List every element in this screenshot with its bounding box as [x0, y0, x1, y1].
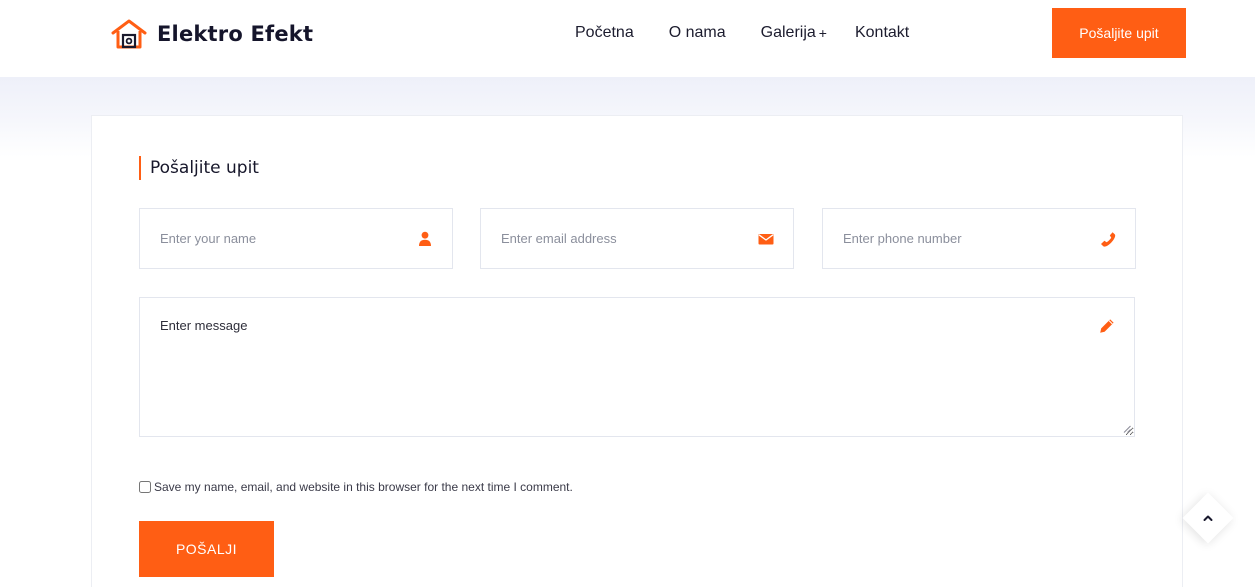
save-info-label: Save my name, email, and website in this… [154, 480, 573, 494]
message-textarea[interactable] [140, 298, 1134, 436]
name-input[interactable] [140, 209, 452, 268]
brand-logo[interactable]: Elektro Efekt [111, 16, 313, 52]
site-header: Elektro Efekt Početna O nama Galerija + … [0, 0, 1255, 77]
form-title: Pošaljite upit [139, 156, 259, 180]
name-field-wrapper [139, 208, 453, 269]
save-info-consent[interactable]: Save my name, email, and website in this… [139, 480, 573, 494]
save-info-checkbox[interactable] [139, 481, 151, 493]
message-field-wrapper [139, 297, 1135, 437]
nav-item-pocetna[interactable]: Početna [575, 22, 634, 44]
phone-icon [1101, 232, 1116, 247]
envelope-icon [758, 234, 774, 245]
scroll-to-top-button[interactable] [1182, 492, 1234, 544]
resize-grip-icon[interactable] [1123, 425, 1131, 433]
plus-icon: + [818, 25, 827, 41]
main-nav: Početna O nama Galerija + Kontakt [575, 22, 909, 44]
phone-field-wrapper [822, 208, 1136, 269]
house-icon [111, 19, 147, 49]
phone-input[interactable] [823, 209, 1135, 268]
contact-form-card: Pošaljite upit Save my name, emai [91, 115, 1183, 587]
email-input[interactable] [481, 209, 793, 268]
nav-item-galerija[interactable]: Galerija + [761, 22, 827, 44]
nav-item-kontakt[interactable]: Kontakt [855, 22, 909, 44]
email-field-wrapper [480, 208, 794, 269]
nav-item-galerija-label: Galerija [760, 24, 816, 41]
nav-item-o-nama[interactable]: O nama [669, 22, 726, 44]
brand-name: Elektro Efekt [157, 22, 314, 46]
user-icon [419, 231, 431, 246]
send-inquiry-button[interactable]: Pošaljite upit [1052, 8, 1186, 58]
submit-button[interactable]: POŠALJI [139, 521, 274, 577]
pencil-icon [1100, 319, 1114, 333]
